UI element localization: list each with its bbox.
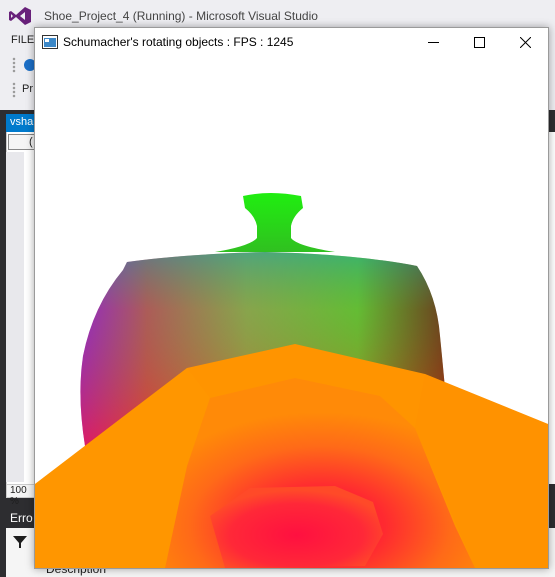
vs-window-title: Shoe_Project_4 (Running) - Microsoft Vis… <box>44 9 318 23</box>
maximize-icon <box>473 36 485 48</box>
opengl-window: Schumacher's rotating objects : FPS : 12… <box>34 27 549 569</box>
opengl-window-titlebar[interactable]: Schumacher's rotating objects : FPS : 12… <box>35 28 548 56</box>
toolbar-project-label[interactable]: Pr <box>22 83 33 95</box>
editor-gutter <box>6 152 24 482</box>
close-icon <box>519 36 531 48</box>
filter-icon[interactable] <box>12 534 28 550</box>
close-button[interactable] <box>502 28 548 56</box>
minimize-button[interactable] <box>410 28 456 56</box>
shoe-sole <box>210 486 383 568</box>
toolbar-grip-icon[interactable] <box>12 82 16 98</box>
opengl-render-canvas[interactable] <box>35 56 548 568</box>
toolbar-grip-icon[interactable] <box>12 57 16 73</box>
menu-file[interactable]: FILE <box>11 34 34 46</box>
rendered-scene <box>35 193 548 568</box>
visual-studio-logo-icon <box>9 7 31 25</box>
app-window-icon <box>42 35 58 49</box>
minimize-icon <box>427 41 439 43</box>
pot-knob <box>215 193 335 252</box>
zoom-level[interactable]: 100 % <box>6 484 36 507</box>
vs-titlebar: Shoe_Project_4 (Running) - Microsoft Vis… <box>0 0 555 30</box>
opengl-window-title: Schumacher's rotating objects : FPS : 12… <box>63 35 294 49</box>
maximize-button[interactable] <box>456 28 502 56</box>
